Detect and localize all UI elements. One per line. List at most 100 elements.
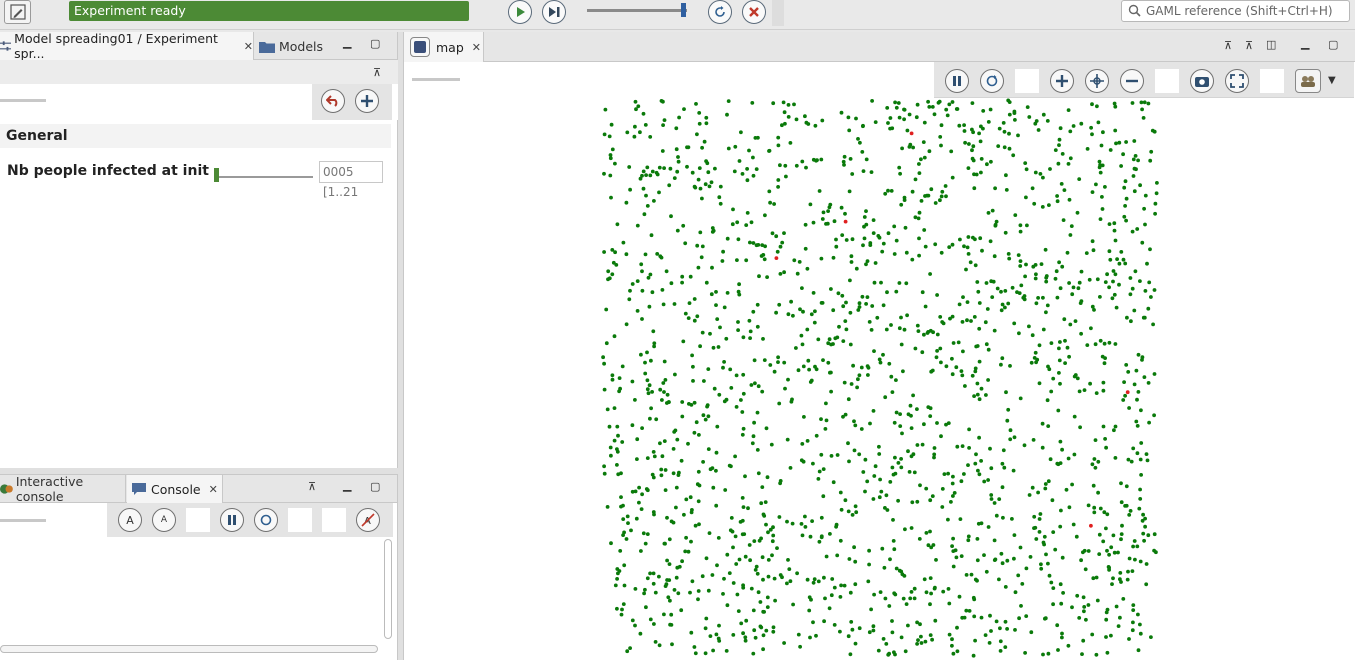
tab-map[interactable]: map ✕ [404,32,484,62]
healthy-agent [1138,183,1142,188]
close-tab-icon[interactable]: ✕ [472,41,481,54]
sync-console-button[interactable] [254,508,278,532]
healthy-agent [1148,158,1153,163]
healthy-agent [681,223,686,228]
chevron-down-icon[interactable]: ▼ [1328,75,1336,86]
healthy-agent [893,471,898,476]
drag-handle[interactable] [0,519,46,522]
healthy-agent [769,442,774,447]
healthy-agent [839,507,844,512]
healthy-agent [1013,118,1017,122]
minimize-icon[interactable]: ▁ [343,479,351,492]
healthy-agent [889,374,894,379]
restore-icon[interactable]: ⊼ [308,480,316,493]
healthy-agent [1058,381,1062,386]
run-button[interactable] [508,0,532,24]
console-horizontal-scrollbar[interactable] [0,645,378,653]
close-experiment-button[interactable] [742,0,766,24]
gaml-search-input[interactable]: GAML reference (Shift+Ctrl+H) [1121,0,1350,22]
healthy-agent [1068,129,1073,134]
restore-icon[interactable]: ⊼ [373,66,381,79]
snapshot-button[interactable] [1190,69,1214,93]
param-slider-thumb[interactable] [214,168,219,182]
zoom-in-button[interactable] [1050,69,1074,93]
healthy-agent [602,387,607,392]
fullscreen-button[interactable] [1225,69,1249,93]
close-tab-icon[interactable]: ✕ [209,483,218,496]
healthy-agent [915,102,920,107]
tab-experiment[interactable]: Model spreading01 / Experiment spr... ✕ [0,31,254,61]
param-value-field[interactable]: 0005 [1..21 [319,161,383,199]
healthy-agent [1146,306,1151,311]
healthy-agent [1018,229,1023,234]
healthy-agent [736,328,740,332]
param-slider-track[interactable] [215,176,313,178]
minimize-icon[interactable]: ▁ [343,36,351,49]
healthy-agent [923,244,928,249]
healthy-agent [778,244,783,249]
healthy-agent [882,565,887,570]
healthy-agent [770,231,775,236]
healthy-agent [1047,573,1052,578]
restore-alt-icon[interactable]: ⊼ [1245,39,1253,52]
console-vertical-scrollbar[interactable] [384,539,392,639]
healthy-agent [659,467,664,472]
healthy-agent [955,649,960,654]
speed-slider-track[interactable] [587,9,687,12]
healthy-agent [721,249,725,254]
revert-button[interactable] [321,89,345,113]
healthy-agent [1062,317,1067,322]
sync-display-button[interactable] [980,69,1004,93]
healthy-agent [1037,530,1042,534]
tab-console[interactable]: Console ✕ [127,475,223,503]
drag-handle[interactable] [412,78,460,81]
healthy-agent [826,209,830,213]
healthy-agent [735,220,740,225]
healthy-agent [1118,571,1123,575]
healthy-agent [1127,406,1131,410]
healthy-agent [1112,228,1117,233]
maximize-icon[interactable]: ▢ [370,480,380,493]
healthy-agent [972,186,977,191]
split-icon[interactable]: ◫ [1266,38,1276,51]
healthy-agent [1003,585,1008,589]
healthy-agent [861,169,866,173]
healthy-agent [950,544,954,548]
tab-interactive-console[interactable]: Interactive console [0,474,126,504]
drag-handle[interactable] [0,99,46,102]
healthy-agent [736,320,740,324]
healthy-agent [680,280,684,285]
simulation-map[interactable] [601,98,1159,658]
healthy-agent [1123,261,1128,266]
layers-button[interactable] [1295,69,1321,93]
healthy-agent [645,204,650,208]
close-tab-icon[interactable]: ✕ [244,40,253,53]
pause-display-button[interactable] [945,69,969,93]
healthy-agent [1107,285,1111,290]
healthy-agent [915,407,919,411]
edit-model-button[interactable] [4,0,31,24]
zoom-fit-button[interactable] [1085,69,1109,93]
increase-font-button[interactable]: A [118,508,142,532]
step-button[interactable] [542,0,566,24]
healthy-agent [906,412,911,417]
healthy-agent [866,579,871,584]
section-general-header[interactable]: General [0,124,391,148]
healthy-agent [686,441,690,446]
maximize-icon[interactable]: ▢ [1328,38,1338,51]
healthy-agent [972,394,976,398]
add-parameter-button[interactable] [355,89,379,113]
healthy-agent [795,271,800,276]
reload-button[interactable] [708,0,732,24]
minimize-icon[interactable]: ▁ [1301,37,1309,50]
restore-icon[interactable]: ⊼ [1224,39,1232,52]
healthy-agent [817,469,822,474]
pause-console-button[interactable] [220,508,244,532]
maximize-icon[interactable]: ▢ [370,37,380,50]
decrease-font-button[interactable]: A [152,508,176,532]
healthy-agent [752,420,756,425]
tab-models[interactable]: Models [259,32,323,60]
speed-slider-thumb[interactable] [681,3,686,17]
clear-console-button[interactable]: A [356,508,380,532]
zoom-out-button[interactable] [1120,69,1144,93]
